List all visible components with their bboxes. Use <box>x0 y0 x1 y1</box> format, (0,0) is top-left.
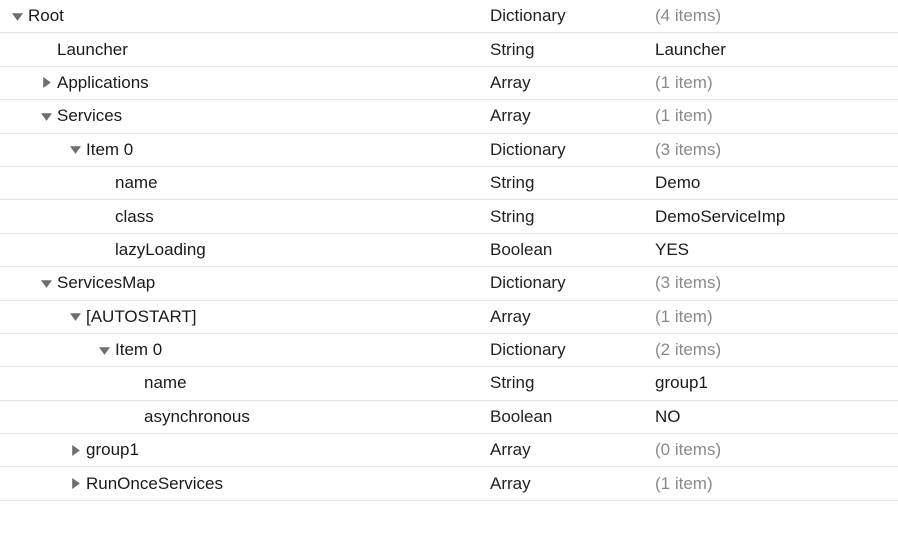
item-count: (0 items) <box>655 440 898 460</box>
value-cell: YES <box>655 240 898 260</box>
key-cell: asynchronous <box>0 407 490 427</box>
key-label: asynchronous <box>144 407 250 427</box>
key-label: Item 0 <box>115 340 162 360</box>
item-count: (1 item) <box>655 474 898 494</box>
value-cell: NO <box>655 407 898 427</box>
key-cell: Services <box>0 106 490 126</box>
item-count: (3 items) <box>655 273 898 293</box>
disclosure-down-icon[interactable] <box>97 343 111 357</box>
type-cell: Boolean <box>490 407 655 427</box>
plist-row[interactable]: class StringDemoServiceImp <box>0 200 898 233</box>
key-label: Item 0 <box>86 140 133 160</box>
item-count: (3 items) <box>655 140 898 160</box>
type-cell: Dictionary <box>490 6 655 26</box>
key-cell: lazyLoading <box>0 240 490 260</box>
plist-row[interactable]: Item 0 Dictionary(3 items) <box>0 134 898 167</box>
key-cell: group1 <box>0 440 490 460</box>
plist-row[interactable]: RunOnceServices Array(1 item) <box>0 467 898 500</box>
plist-row[interactable]: Root Dictionary(4 items) <box>0 0 898 33</box>
disclosure-down-icon[interactable] <box>39 276 53 290</box>
key-cell: name <box>0 173 490 193</box>
plist-row[interactable]: asynchronous BooleanNO <box>0 401 898 434</box>
value-cell: DemoServiceImp <box>655 207 898 227</box>
key-label: Launcher <box>57 40 128 60</box>
type-cell: Boolean <box>490 240 655 260</box>
key-cell: Applications <box>0 73 490 93</box>
key-cell: Root <box>0 6 490 26</box>
key-label: Root <box>28 6 64 26</box>
key-label: ServicesMap <box>57 273 155 293</box>
type-cell: String <box>490 373 655 393</box>
key-label: lazyLoading <box>115 240 206 260</box>
type-cell: Array <box>490 440 655 460</box>
plist-row[interactable]: Item 0 Dictionary(2 items) <box>0 334 898 367</box>
plist-row[interactable]: name Stringgroup1 <box>0 367 898 400</box>
plist-row[interactable]: name StringDemo <box>0 167 898 200</box>
key-cell: class <box>0 207 490 227</box>
item-count: (1 item) <box>655 307 898 327</box>
type-cell: Array <box>490 307 655 327</box>
type-cell: Array <box>490 73 655 93</box>
type-cell: Dictionary <box>490 140 655 160</box>
item-count: (1 item) <box>655 73 898 93</box>
key-cell: [AUTOSTART] <box>0 307 490 327</box>
item-count: (2 items) <box>655 340 898 360</box>
type-cell: Array <box>490 106 655 126</box>
key-label: RunOnceServices <box>86 474 223 494</box>
type-cell: Dictionary <box>490 273 655 293</box>
key-cell: RunOnceServices <box>0 474 490 494</box>
plist-row[interactable]: lazyLoading BooleanYES <box>0 234 898 267</box>
disclosure-down-icon[interactable] <box>68 143 82 157</box>
type-cell: String <box>490 207 655 227</box>
key-cell: Launcher <box>0 40 490 60</box>
value-cell: group1 <box>655 373 898 393</box>
disclosure-down-icon[interactable] <box>39 109 53 123</box>
plist-row[interactable]: LauncherStringLauncher <box>0 33 898 66</box>
key-label: name <box>115 173 158 193</box>
key-label: Applications <box>57 73 149 93</box>
type-cell: String <box>490 40 655 60</box>
disclosure-down-icon[interactable] <box>68 310 82 324</box>
key-label: group1 <box>86 440 139 460</box>
plist-row[interactable]: group1 Array(0 items) <box>0 434 898 467</box>
key-label: class <box>115 207 154 227</box>
key-cell: name <box>0 373 490 393</box>
key-cell: Item 0 <box>0 340 490 360</box>
item-count: (4 items) <box>655 6 898 26</box>
value-cell: Demo <box>655 173 898 193</box>
disclosure-right-icon[interactable] <box>39 76 53 90</box>
item-count: (1 item) <box>655 106 898 126</box>
key-cell: Item 0 <box>0 140 490 160</box>
value-cell: Launcher <box>655 40 898 60</box>
plist-tree: RootDictionary(4 items)LauncherStringLau… <box>0 0 898 501</box>
plist-row[interactable]: Applications Array(1 item) <box>0 67 898 100</box>
key-label: name <box>144 373 187 393</box>
type-cell: String <box>490 173 655 193</box>
plist-row[interactable]: ServicesMap Dictionary(3 items) <box>0 267 898 300</box>
plist-row[interactable]: [AUTOSTART] Array(1 item) <box>0 301 898 334</box>
disclosure-right-icon[interactable] <box>68 477 82 491</box>
disclosure-down-icon[interactable] <box>10 9 24 23</box>
key-label: Services <box>57 106 122 126</box>
plist-row[interactable]: Services Array(1 item) <box>0 100 898 133</box>
type-cell: Dictionary <box>490 340 655 360</box>
key-label: [AUTOSTART] <box>86 307 197 327</box>
key-cell: ServicesMap <box>0 273 490 293</box>
type-cell: Array <box>490 474 655 494</box>
disclosure-right-icon[interactable] <box>68 443 82 457</box>
